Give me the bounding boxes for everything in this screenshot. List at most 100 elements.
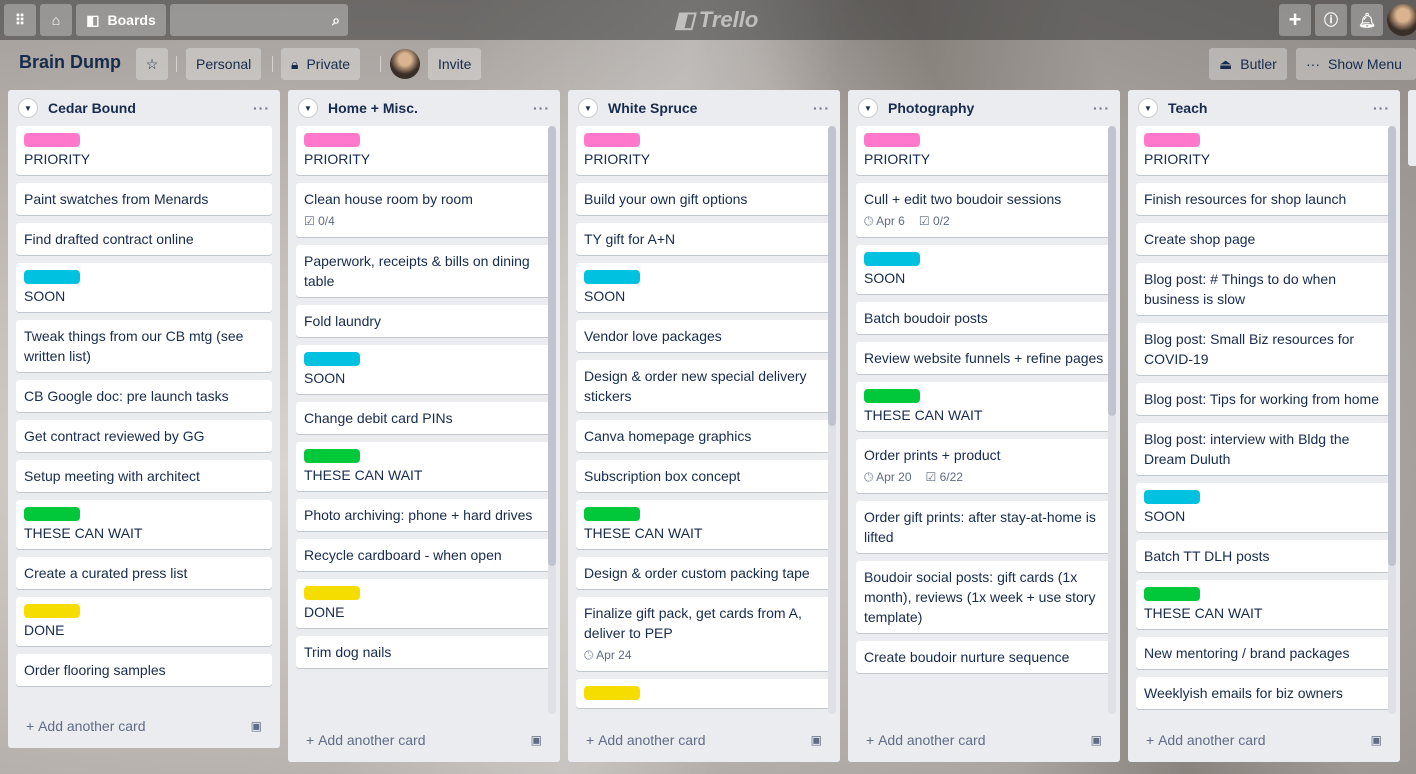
- card[interactable]: Vendor love packages: [576, 320, 832, 352]
- list-header[interactable]: ▼ Cedar Bound ···: [8, 90, 280, 126]
- card[interactable]: THESE CAN WAIT: [1136, 580, 1392, 629]
- list-title[interactable]: Cedar Bound: [48, 100, 136, 116]
- card[interactable]: Batch TT DLH posts: [1136, 540, 1392, 572]
- card[interactable]: Batch boudoir posts: [856, 302, 1112, 334]
- label-green[interactable]: [584, 507, 640, 521]
- card[interactable]: Order prints + product 🕓︎ Apr 20 ☑ 6/22: [856, 439, 1112, 493]
- board-title[interactable]: Brain Dump: [19, 52, 121, 73]
- add-card-button[interactable]: + Add another card ▣: [848, 726, 1120, 754]
- card[interactable]: Photo archiving: phone + hard drives: [296, 499, 552, 531]
- card[interactable]: Boudoir social posts: gift cards (1x mon…: [856, 561, 1112, 633]
- card[interactable]: New mentoring / brand packages: [1136, 637, 1392, 669]
- list-title[interactable]: Photography: [888, 100, 974, 116]
- card[interactable]: SOON: [576, 263, 832, 312]
- card[interactable]: Blog post: Small Biz resources for COVID…: [1136, 323, 1392, 375]
- collapse-icon[interactable]: ▼: [1138, 98, 1158, 118]
- card-template-icon[interactable]: ▣: [811, 733, 822, 747]
- card-template-icon[interactable]: ▣: [1091, 733, 1102, 747]
- card[interactable]: Finish resources for shop launch: [1136, 183, 1392, 215]
- card[interactable]: Tweak things from our CB mtg (see writte…: [16, 320, 272, 372]
- card[interactable]: SOON: [856, 245, 1112, 294]
- scrollbar-thumb[interactable]: [828, 126, 836, 426]
- card[interactable]: Change debit card PINs: [296, 402, 552, 434]
- info-button[interactable]: ⓘ: [1315, 4, 1347, 36]
- card[interactable]: THESE CAN WAIT: [16, 500, 272, 549]
- list-header[interactable]: ▼ Teach ···: [1128, 90, 1400, 126]
- card[interactable]: PRIORITY: [856, 126, 1112, 175]
- add-card-button[interactable]: + Add another card ▣: [568, 726, 840, 754]
- card[interactable]: Weeklyish emails for biz owners: [1136, 677, 1392, 709]
- card[interactable]: [576, 679, 832, 708]
- card[interactable]: SOON: [1136, 483, 1392, 532]
- boards-button[interactable]: ◧ Boards: [76, 4, 166, 36]
- card[interactable]: DONE: [296, 579, 552, 628]
- scrollbar-thumb[interactable]: [548, 126, 556, 566]
- card[interactable]: Design & order new special delivery stic…: [576, 360, 832, 412]
- card[interactable]: Recycle cardboard - when open: [296, 539, 552, 571]
- show-menu-button[interactable]: ··· Show Menu: [1296, 48, 1416, 80]
- card[interactable]: Find drafted contract online: [16, 223, 272, 255]
- create-button[interactable]: +: [1279, 4, 1311, 36]
- card[interactable]: DONE: [16, 597, 272, 646]
- label-pink[interactable]: [24, 133, 80, 147]
- star-button[interactable]: ☆: [136, 48, 168, 80]
- apps-button[interactable]: ⠿: [4, 4, 36, 36]
- card[interactable]: THESE CAN WAIT: [576, 500, 832, 549]
- scrollbar-thumb[interactable]: [1388, 126, 1396, 566]
- card[interactable]: PRIORITY: [1136, 126, 1392, 175]
- label-pink[interactable]: [584, 133, 640, 147]
- card[interactable]: SOON: [16, 263, 272, 312]
- list-title[interactable]: Teach: [1168, 100, 1207, 116]
- card[interactable]: THESE CAN WAIT: [856, 382, 1112, 431]
- add-card-button[interactable]: + Add another card ▣: [8, 712, 280, 740]
- label-sky[interactable]: [304, 352, 360, 366]
- card[interactable]: Build your own gift options: [576, 183, 832, 215]
- label-sky[interactable]: [864, 252, 920, 266]
- notifications-button[interactable]: 🔔︎: [1351, 4, 1383, 36]
- list-menu-icon[interactable]: ···: [1093, 100, 1110, 116]
- card-template-icon[interactable]: ▣: [1371, 733, 1382, 747]
- card[interactable]: Order flooring samples: [16, 654, 272, 686]
- card[interactable]: Create boudoir nurture sequence: [856, 641, 1112, 673]
- card[interactable]: PRIORITY: [296, 126, 552, 175]
- list-menu-icon[interactable]: ···: [1373, 100, 1390, 116]
- trello-logo[interactable]: ◧ Trello: [674, 7, 758, 33]
- list-scrollbar[interactable]: [828, 126, 836, 714]
- list-title[interactable]: White Spruce: [608, 100, 697, 116]
- card[interactable]: Paint swatches from Menards: [16, 183, 272, 215]
- label-sky[interactable]: [24, 270, 80, 284]
- add-card-button[interactable]: + Add another card ▣: [1128, 726, 1400, 754]
- list-menu-icon[interactable]: ···: [253, 100, 270, 116]
- label-green[interactable]: [864, 389, 920, 403]
- card[interactable]: PRIORITY: [16, 126, 272, 175]
- collapse-icon[interactable]: ▼: [298, 98, 318, 118]
- label-green[interactable]: [304, 449, 360, 463]
- card[interactable]: Blog post: # Things to do when business …: [1136, 263, 1392, 315]
- card[interactable]: Fold laundry: [296, 305, 552, 337]
- label-yellow[interactable]: [304, 586, 360, 600]
- list-scrollbar[interactable]: [548, 126, 556, 714]
- card[interactable]: Review website funnels + refine pages: [856, 342, 1112, 374]
- collapse-icon[interactable]: ▼: [578, 98, 598, 118]
- list-header[interactable]: ▼ White Spruce ···: [568, 90, 840, 126]
- invite-button[interactable]: Invite: [428, 48, 482, 80]
- label-pink[interactable]: [1144, 133, 1200, 147]
- label-sky[interactable]: [584, 270, 640, 284]
- collapse-icon[interactable]: ▼: [18, 98, 38, 118]
- card[interactable]: Create a curated press list: [16, 557, 272, 589]
- card[interactable]: Create shop page: [1136, 223, 1392, 255]
- card[interactable]: Blog post: Tips for working from home: [1136, 383, 1392, 415]
- collapse-icon[interactable]: ▼: [858, 98, 878, 118]
- label-sky[interactable]: [1144, 490, 1200, 504]
- card[interactable]: Paperwork, receipts & bills on dining ta…: [296, 245, 552, 297]
- list-menu-icon[interactable]: ···: [813, 100, 830, 116]
- card[interactable]: CB Google doc: pre launch tasks: [16, 380, 272, 412]
- list-title[interactable]: Home + Misc.: [328, 100, 418, 116]
- card[interactable]: Canva homepage graphics: [576, 420, 832, 452]
- team-button[interactable]: Personal: [186, 48, 262, 80]
- list-header[interactable]: ▼ Photography ···: [848, 90, 1120, 126]
- card[interactable]: Subscription box concept: [576, 460, 832, 492]
- butler-button[interactable]: ⏏︎ Butler: [1209, 48, 1287, 80]
- label-yellow[interactable]: [24, 604, 80, 618]
- card-template-icon[interactable]: ▣: [531, 733, 542, 747]
